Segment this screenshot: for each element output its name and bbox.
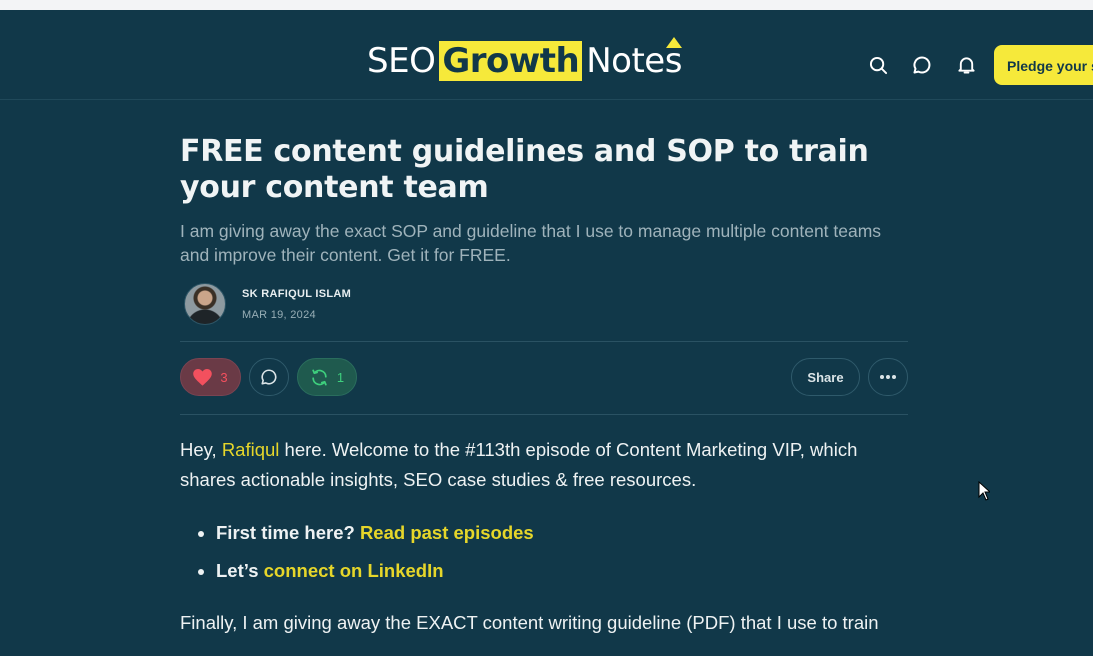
post-action-bar: 3 1 Share — [180, 342, 908, 414]
like-count: 3 — [220, 369, 228, 385]
bullet-text: First time here? — [216, 521, 360, 543]
byline-meta: SK RAFIQUL ISLAM MAR 19, 2024 — [242, 288, 351, 321]
site-header: SEO Growth Notes Pledge your s — [0, 10, 1093, 100]
top-strip — [0, 0, 1093, 10]
bullet-list: First time here? Read past episodes Let’… — [180, 514, 908, 590]
ellipsis-icon — [880, 375, 896, 379]
list-item: Let’s connect on LinkedIn — [216, 552, 908, 590]
more-options-button[interactable] — [868, 358, 908, 396]
bell-icon[interactable] — [956, 55, 976, 75]
post-subtitle: I am giving away the exact SOP and guide… — [180, 221, 882, 265]
post-date: MAR 19, 2024 — [242, 308, 316, 321]
heart-icon — [193, 368, 213, 386]
read-past-episodes-link[interactable]: Read past episodes — [360, 522, 534, 543]
post-article: FREE content guidelines and SOP to train… — [180, 100, 908, 656]
author-link[interactable]: Rafiqul — [222, 439, 280, 460]
chat-bubble-icon[interactable] — [912, 55, 932, 75]
like-button[interactable]: 3 — [180, 358, 241, 396]
comment-icon — [261, 369, 277, 385]
divider-bottom — [180, 414, 908, 415]
logo-word-growth: Growth — [439, 41, 583, 81]
author-avatar[interactable] — [184, 283, 226, 325]
share-button[interactable]: Share — [791, 358, 860, 396]
search-icon[interactable] — [868, 55, 888, 75]
site-logo[interactable]: SEO Growth Notes — [367, 37, 682, 82]
pledge-button[interactable]: Pledge your s — [994, 45, 1093, 85]
mouse-pointer-icon — [978, 480, 992, 506]
list-item: First time here? Read past episodes — [216, 514, 908, 552]
logo-word-seo: SEO — [367, 41, 436, 81]
linkedin-link[interactable]: connect on LinkedIn — [264, 560, 444, 581]
post-byline: SK RAFIQUL ISLAM MAR 19, 2024 — [180, 281, 908, 327]
comment-button[interactable] — [249, 358, 289, 396]
restack-count: 1 — [336, 369, 345, 385]
author-name[interactable]: SK RAFIQUL ISLAM — [242, 288, 351, 300]
bullet-text: Let’s — [216, 559, 264, 581]
intro-prefix: Hey, — [180, 439, 222, 460]
intro-suffix: here. Welcome to the #113th episode of C… — [180, 439, 858, 490]
restack-button[interactable]: 1 — [297, 358, 357, 396]
next-paragraph: Finally, I am giving away the EXACT cont… — [180, 611, 879, 633]
intro-paragraph: Hey, Rafiqul here. Welcome to the #113th… — [180, 435, 908, 495]
logo-triangle-icon — [665, 37, 682, 48]
logo-word-notes: Notes — [586, 37, 682, 81]
post-title: FREE content guidelines and SOP to train… — [180, 134, 869, 205]
restack-icon — [312, 369, 327, 385]
